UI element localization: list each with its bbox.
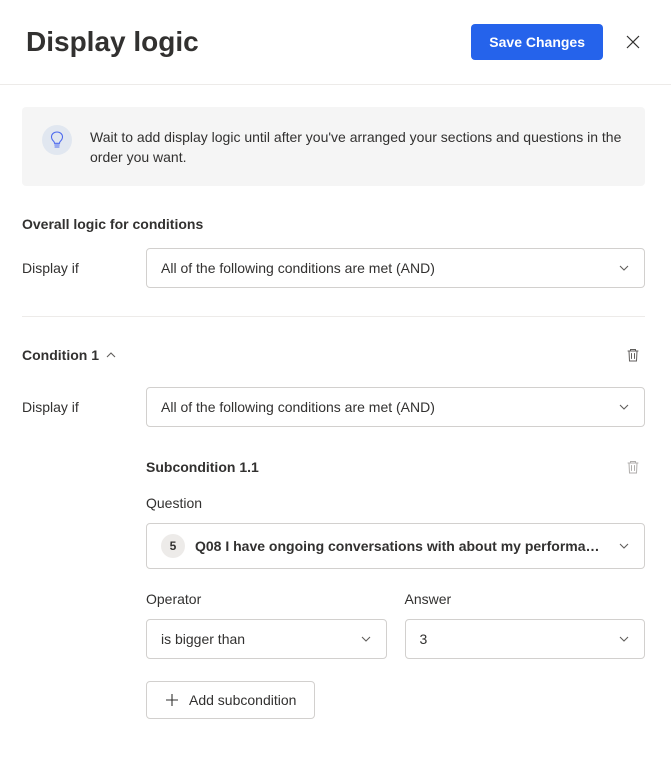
save-button[interactable]: Save Changes	[471, 24, 603, 60]
question-label: Question	[146, 495, 645, 511]
chevron-up-icon	[105, 349, 117, 361]
condition-1-title: Condition 1	[22, 347, 99, 363]
operator-select[interactable]: is bigger than	[146, 619, 387, 659]
chevron-down-icon	[618, 633, 630, 645]
delete-subcondition-button[interactable]	[621, 455, 645, 479]
operator-label: Operator	[146, 591, 387, 607]
trash-icon	[625, 459, 641, 475]
answer-label: Answer	[405, 591, 646, 607]
condition-display-if-label: Display if	[22, 399, 146, 415]
info-banner: Wait to add display logic until after yo…	[22, 107, 645, 186]
condition-logic-value: All of the following conditions are met …	[161, 399, 435, 415]
overall-logic-label: Overall logic for conditions	[22, 216, 645, 232]
plus-icon	[165, 693, 179, 707]
display-if-label: Display if	[22, 260, 146, 276]
add-subcondition-button[interactable]: Add subcondition	[146, 681, 315, 719]
delete-condition-button[interactable]	[621, 343, 645, 367]
chevron-down-icon	[618, 262, 630, 274]
lightbulb-icon	[42, 125, 72, 155]
close-button[interactable]	[621, 30, 645, 54]
condition-logic-select[interactable]: All of the following conditions are met …	[146, 387, 645, 427]
page-title: Display logic	[26, 26, 199, 58]
answer-value: 3	[420, 631, 428, 647]
add-subcondition-label: Add subcondition	[189, 692, 296, 708]
question-badge: 5	[161, 534, 185, 558]
operator-value: is bigger than	[161, 631, 245, 647]
subcondition-title: Subcondition 1.1	[146, 459, 259, 475]
answer-select[interactable]: 3	[405, 619, 646, 659]
condition-1-toggle[interactable]: Condition 1	[22, 347, 117, 363]
chevron-down-icon	[618, 540, 630, 552]
divider	[22, 316, 645, 317]
overall-logic-select[interactable]: All of the following conditions are met …	[146, 248, 645, 288]
question-value: Q08 I have ongoing conversations with ab…	[195, 538, 600, 554]
chevron-down-icon	[618, 401, 630, 413]
overall-logic-value: All of the following conditions are met …	[161, 260, 435, 276]
header-actions: Save Changes	[471, 24, 645, 60]
info-banner-text: Wait to add display logic until after yo…	[90, 125, 625, 168]
trash-icon	[625, 347, 641, 363]
close-icon	[625, 34, 641, 50]
question-select[interactable]: 5 Q08 I have ongoing conversations with …	[146, 523, 645, 569]
chevron-down-icon	[360, 633, 372, 645]
